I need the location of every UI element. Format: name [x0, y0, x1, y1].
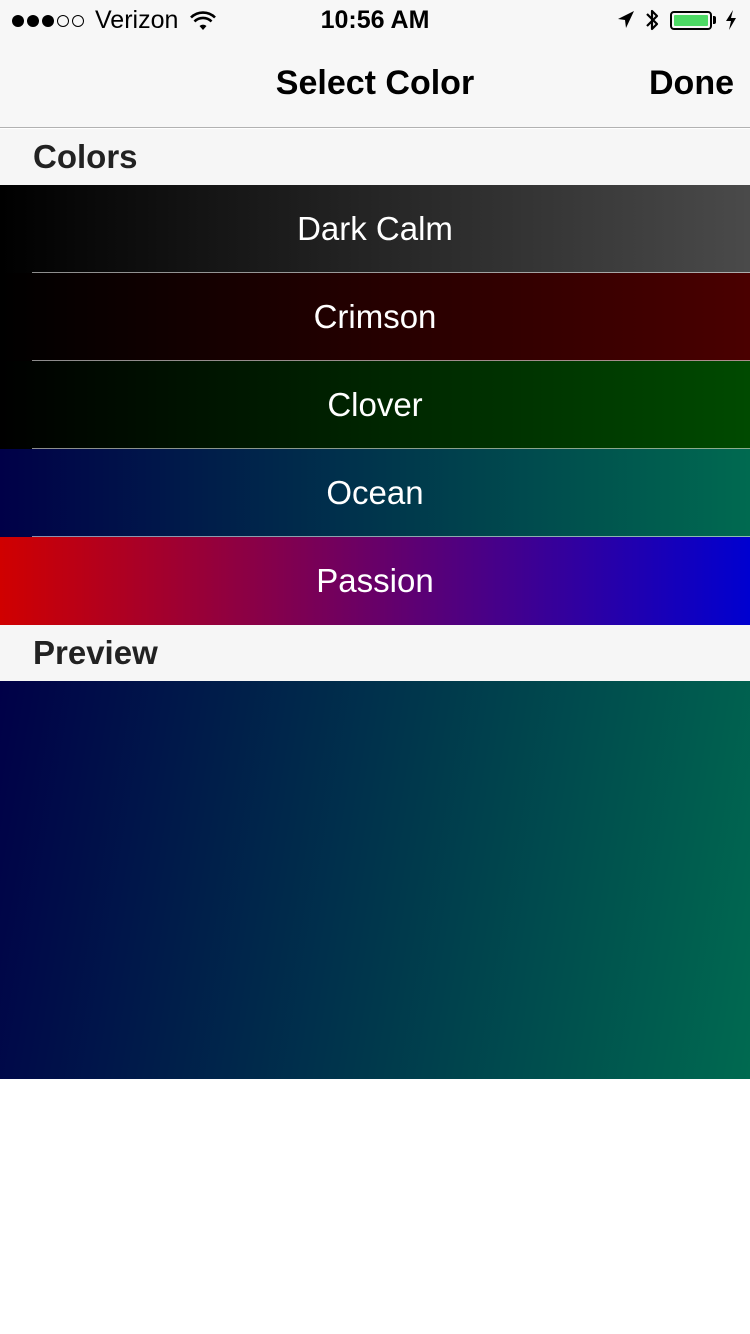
battery-icon	[670, 10, 716, 30]
colors-section-header: Colors	[0, 129, 750, 185]
battery-level	[674, 14, 708, 26]
color-option-passion[interactable]: Passion	[0, 537, 750, 625]
charging-bolt-icon	[726, 10, 736, 30]
location-arrow-icon	[618, 11, 634, 28]
done-button[interactable]: Done	[649, 64, 734, 103]
select-color-screen: Verizon 10:56 AM Select Color Done Color…	[0, 0, 750, 1334]
color-option-label: Crimson	[313, 298, 437, 335]
preview-section-header: Preview	[0, 625, 750, 681]
color-option-dark-calm[interactable]: Dark Calm	[0, 185, 750, 273]
gradient-preview	[0, 681, 750, 1079]
status-right	[608, 7, 738, 33]
color-option-label: Ocean	[326, 474, 424, 511]
color-option-label: Passion	[316, 562, 434, 599]
color-option-label: Clover	[327, 386, 423, 423]
color-option-ocean[interactable]: Ocean	[0, 449, 750, 537]
bluetooth-icon	[646, 9, 659, 31]
color-option-clover[interactable]: Clover	[0, 361, 750, 449]
page-title: Select Color	[275, 64, 475, 102]
navigation-bar: Select Color Done	[0, 40, 750, 128]
color-option-crimson[interactable]: Crimson	[0, 273, 750, 361]
status-bar: Verizon 10:56 AM	[0, 0, 750, 40]
color-list: Dark Calm Crimson Clover Ocean Passion	[0, 185, 750, 625]
color-option-label: Dark Calm	[297, 210, 453, 247]
